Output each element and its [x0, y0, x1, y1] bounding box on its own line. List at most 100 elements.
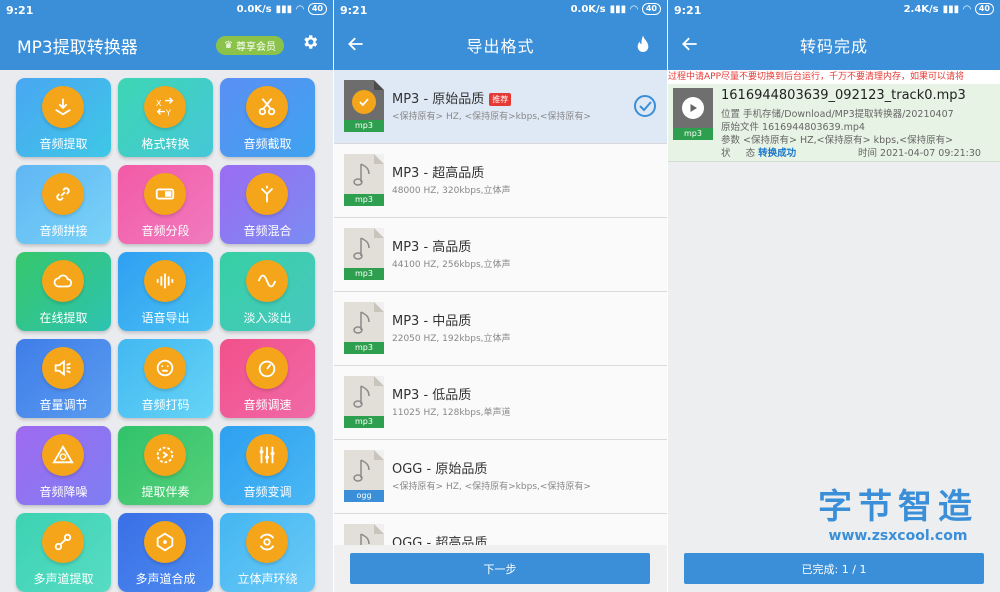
merge-icon [246, 173, 288, 215]
result-card[interactable]: mp3 1616944803639_092123_track0.mp3 位置 手… [668, 84, 1000, 162]
surround-icon [246, 521, 288, 563]
tool-tile[interactable]: 音频拼接 [16, 165, 111, 244]
tool-tile[interactable]: 淡入淡出 [220, 252, 315, 331]
tool-tile[interactable]: 音频调速 [220, 339, 315, 418]
status-bar: 9:21 2.4K/s ▮▮▮ ◠ 40 [668, 0, 1000, 20]
tool-tile[interactable]: 音频降噪 [16, 426, 111, 505]
play-icon [682, 97, 704, 119]
tool-tile[interactable]: 音量调节 [16, 339, 111, 418]
network-speed: 2.4K/s [903, 3, 939, 15]
signal-icon: ▮▮▮ [942, 3, 960, 15]
format-title: MP3 - 低品质 [392, 388, 472, 403]
channel-extract-icon [42, 521, 84, 563]
equalizer-icon [246, 434, 288, 476]
gear-icon[interactable] [301, 33, 319, 51]
page-title: 转码完成 [799, 37, 868, 56]
battery-icon: 40 [641, 3, 661, 15]
tool-label: 多声道合成 [135, 572, 196, 586]
file-type-tag: mp3 [344, 194, 384, 206]
format-detail: <保持原有> HZ, <保持原有>kbps,<保持原有> [392, 112, 591, 122]
format-item[interactable]: mp3 MP3 - 超高品质 48000 HZ, 320kbps,立体声 [334, 144, 667, 218]
status-bar: 9:21 0.0K/s ▮▮▮ ◠ 40 [334, 0, 667, 20]
time-value: 2021-04-07 09:21:30 [880, 148, 981, 159]
tool-label: 提取伴奏 [141, 485, 190, 499]
mask-icon [144, 347, 186, 389]
tool-tile[interactable]: 音频截取 [220, 78, 315, 157]
extract-icon [42, 86, 84, 128]
tool-tile[interactable]: 多声道提取 [16, 513, 111, 592]
scissors-icon [246, 86, 288, 128]
tool-tile[interactable]: 音频变调 [220, 426, 315, 505]
format-detail: 44100 HZ, 256kbps,立体声 [392, 260, 511, 270]
format-title: MP3 - 高品质 [392, 240, 472, 255]
time-label: 时间 [858, 148, 878, 159]
format-list: mp3 MP3 - 原始品质 推荐 <保持原有> HZ, <保持原有>kbps,<… [334, 70, 667, 545]
app-bar: MP3提取转换器 ♛ 尊享会员 [0, 20, 333, 70]
page-title: 导出格式 [466, 37, 535, 56]
vip-label: 尊享会员 [235, 42, 276, 53]
status-bar: 9:21 0.0K/s ▮▮▮ ◠ 40 [0, 0, 333, 20]
link-icon [42, 173, 84, 215]
format-item[interactable]: mp3 MP3 - 中品质 22050 HZ, 192kbps,立体声 [334, 292, 667, 366]
volume-icon [42, 347, 84, 389]
transcode-done-screen: 9:21 2.4K/s ▮▮▮ ◠ 40 转码完成 过程中请APP尽量不要切换到… [668, 0, 1000, 592]
convert-icon: XY [144, 86, 186, 128]
tool-label: 音频打码 [141, 398, 190, 412]
tool-tile[interactable]: 音频打码 [118, 339, 213, 418]
state-label: 状 态 [721, 148, 756, 159]
format-item[interactable]: mp3 MP3 - 原始品质 推荐 <保持原有> HZ, <保持原有>kbps,<… [334, 70, 667, 144]
mp3-file-icon: mp3 [344, 80, 384, 132]
format-item[interactable]: mp3 MP3 - 高品质 44100 HZ, 256kbps,立体声 [334, 218, 667, 292]
status-time: 9:21 [674, 3, 702, 17]
tool-tile[interactable]: 音频混合 [220, 165, 315, 244]
voice-wave-icon [144, 260, 186, 302]
next-button[interactable]: 下一步 [350, 553, 650, 584]
format-item[interactable]: mp3 MP3 - 低品质 11025 HZ, 128kbps,单声道 [334, 366, 667, 440]
vip-button[interactable]: ♛ 尊享会员 [216, 36, 284, 55]
format-detail: 22050 HZ, 192kbps,立体声 [392, 334, 511, 344]
format-detail: 48000 HZ, 320kbps,立体声 [392, 186, 511, 196]
tool-tile[interactable]: 提取伴奏 [118, 426, 213, 505]
signal-icon: ▮▮▮ [609, 3, 627, 15]
flame-icon[interactable] [635, 34, 651, 54]
watermark: 字节智造 www.zsxcool.com [798, 487, 998, 545]
tool-label: 音频调速 [243, 398, 292, 412]
accompaniment-icon [144, 434, 186, 476]
selected-check-icon [634, 95, 656, 117]
mp3-file-icon: mp3 [344, 154, 384, 206]
export-format-screen: 9:21 0.0K/s ▮▮▮ ◠ 40 导出格式 mp3 MP3 - 原始品质… [334, 0, 667, 592]
done-button[interactable]: 已完成: 1 / 1 [684, 553, 984, 584]
tool-tile[interactable]: 音频分段 [118, 165, 213, 244]
tool-label: 音频变调 [243, 485, 292, 499]
tool-tile[interactable]: 多声道合成 [118, 513, 213, 592]
battery-icon: 40 [307, 3, 327, 15]
tool-label: 音频截取 [243, 137, 292, 151]
crown-icon: ♛ [224, 40, 233, 51]
wifi-icon: ◠ [296, 3, 304, 15]
tool-tile[interactable]: X Y 格式转换 [118, 78, 213, 157]
wifi-icon: ◠ [630, 3, 638, 15]
network-speed: 0.0K/s [570, 3, 606, 15]
status-time: 9:21 [6, 3, 34, 17]
svg-text:X: X [156, 98, 162, 108]
format-title: OGG - 原始品质 [392, 462, 488, 477]
format-title: MP3 - 超高品质 [392, 166, 485, 181]
file-thumbnail[interactable]: mp3 [673, 88, 713, 140]
tool-label: 淡入淡出 [243, 311, 292, 325]
app-bar: 导出格式 [334, 20, 667, 70]
tool-label: 音频混合 [243, 224, 292, 238]
tool-tile[interactable]: 语音导出 [118, 252, 213, 331]
tool-tile[interactable]: 在线提取 [16, 252, 111, 331]
format-item[interactable]: ogg OGG - 超高品质 [334, 514, 667, 545]
file-type-tag: mp3 [344, 342, 384, 354]
format-item[interactable]: ogg OGG - 原始品质 <保持原有> HZ, <保持原有>kbps,<保持… [334, 440, 667, 514]
tool-label: 在线提取 [39, 311, 88, 325]
speedometer-icon [246, 347, 288, 389]
tool-tile[interactable]: 音频提取 [16, 78, 111, 157]
tool-label: 音频降噪 [39, 485, 88, 499]
file-type-tag: ogg [344, 490, 384, 502]
tool-tile[interactable]: 立体声环绕 [220, 513, 315, 592]
tool-label: 格式转换 [141, 137, 190, 151]
state-value: 转换成功 [758, 148, 797, 159]
app-bar: 转码完成 [668, 20, 1000, 70]
